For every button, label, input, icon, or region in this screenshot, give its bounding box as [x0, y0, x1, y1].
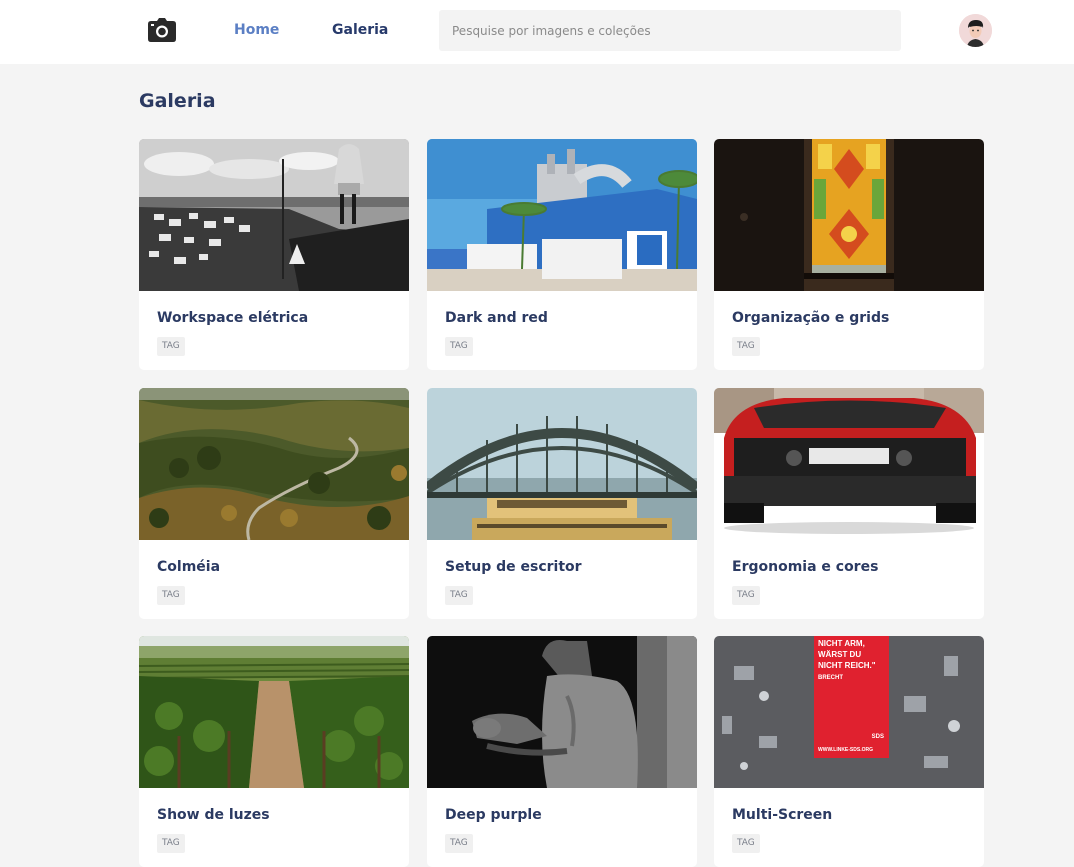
- card-title: Ergonomia e cores: [732, 559, 879, 575]
- camera-icon[interactable]: [148, 18, 176, 42]
- poster-line: NICHT REICH.": [818, 661, 876, 670]
- gallery-card[interactable]: Deep purple TAG: [427, 636, 697, 867]
- poster-line: WWW.LINKE-SDS.ORG: [818, 747, 873, 753]
- nav-home-link[interactable]: Home: [234, 22, 279, 38]
- top-navigation-bar: Home Galeria: [0, 0, 1074, 64]
- card-image-red-sports-car: [714, 388, 984, 540]
- card-image-harbour-bridge: [427, 388, 697, 540]
- card-image-red-poster: NICHT ARM, WÄRST DU NICHT REICH." BRECHT…: [714, 636, 984, 788]
- card-image-man-in-shadow: [427, 636, 697, 788]
- card-image-stained-glass: [714, 139, 984, 291]
- gallery-card[interactable]: Dark and red TAG: [427, 139, 697, 370]
- gallery-card[interactable]: Setup de escritor TAG: [427, 388, 697, 619]
- user-avatar[interactable]: [959, 14, 992, 47]
- card-tag[interactable]: TAG: [732, 834, 760, 853]
- poster-line: BRECHT: [818, 675, 843, 681]
- card-image-coastal-town: [139, 139, 409, 291]
- gallery-card[interactable]: Colméia TAG: [139, 388, 409, 619]
- nav-galeria-link[interactable]: Galeria: [332, 22, 388, 38]
- poster-text: NICHT ARM, WÄRST DU NICHT REICH." BRECHT…: [818, 638, 888, 756]
- card-tag[interactable]: TAG: [157, 834, 185, 853]
- page-title: Galeria: [139, 90, 216, 112]
- card-title: Organização e grids: [732, 310, 890, 326]
- card-title: Setup de escritor: [445, 559, 582, 575]
- search-input[interactable]: [439, 10, 901, 51]
- card-title: Workspace elétrica: [157, 310, 309, 326]
- card-tag[interactable]: TAG: [732, 586, 760, 605]
- card-image-vineyard: [139, 636, 409, 788]
- card-image-green-hills: [139, 388, 409, 540]
- card-tag[interactable]: TAG: [445, 586, 473, 605]
- gallery-card[interactable]: Show de luzes TAG: [139, 636, 409, 867]
- card-title: Multi-Screen: [732, 807, 833, 823]
- card-tag[interactable]: TAG: [732, 337, 760, 356]
- card-tag[interactable]: TAG: [445, 337, 473, 356]
- card-title: Deep purple: [445, 807, 542, 823]
- poster-line: WÄRST DU: [818, 650, 862, 659]
- card-tag[interactable]: TAG: [157, 337, 185, 356]
- card-tag[interactable]: TAG: [157, 586, 185, 605]
- card-image-industrial-building: [427, 139, 697, 291]
- gallery-card[interactable]: NICHT ARM, WÄRST DU NICHT REICH." BRECHT…: [714, 636, 984, 867]
- gallery-card[interactable]: Organização e grids TAG: [714, 139, 984, 370]
- gallery-card[interactable]: Workspace elétrica TAG: [139, 139, 409, 370]
- gallery-card[interactable]: Ergonomia e cores TAG: [714, 388, 984, 619]
- poster-line: SDS: [871, 734, 884, 740]
- card-title: Show de luzes: [157, 807, 270, 823]
- poster-line: NICHT ARM,: [818, 639, 865, 648]
- card-title: Colméia: [157, 559, 221, 575]
- card-title: Dark and red: [445, 310, 548, 326]
- card-tag[interactable]: TAG: [445, 834, 473, 853]
